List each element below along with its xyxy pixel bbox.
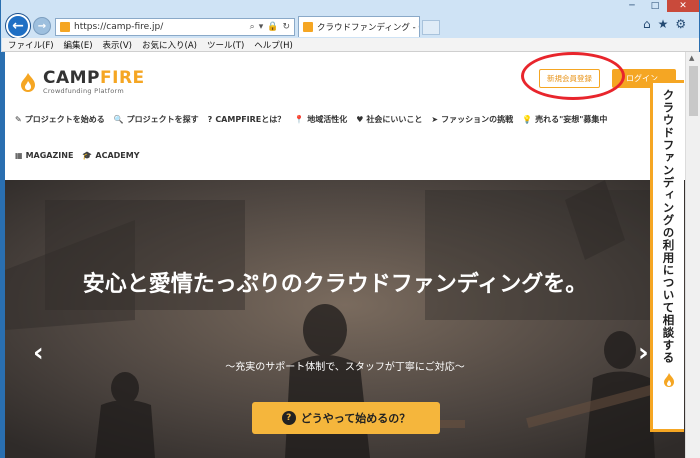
scroll-up-icon[interactable]: ▲ <box>689 54 694 62</box>
carousel-next-icon[interactable]: › <box>638 338 649 368</box>
nav-label: プロジェクトを探す <box>126 115 199 124</box>
map-pin-icon: 📍 <box>294 115 305 124</box>
page-scrollbar[interactable]: ▲ <box>685 52 700 458</box>
menu-tools[interactable]: ツール(T) <box>207 39 244 51</box>
carousel-prev-icon[interactable]: ‹ <box>33 338 44 368</box>
consultation-side-tab[interactable]: クラウドファンディングの利用について相談する <box>650 80 684 432</box>
favicon-icon <box>60 22 70 32</box>
nav-label: 社会にいいこと <box>366 115 423 124</box>
settings-gear-icon[interactable]: ⚙ <box>675 17 686 31</box>
heart-icon: ♥ <box>356 115 364 124</box>
nav-start-project[interactable]: ✎ プロジェクトを始める <box>15 114 105 125</box>
main-nav: ✎ プロジェクトを始める 🔍 プロジェクトを探す ? CAMPFIREとは？ 📍 地域活… <box>15 114 645 160</box>
minimize-button[interactable]: ─ <box>621 0 643 12</box>
browser-chrome: ← → https://camp-fire.jp/ ⌕ ▾ 🔒 ↻ クラウドファ… <box>0 0 700 52</box>
menu-help[interactable]: ヘルプ(H) <box>254 39 293 51</box>
lightbulb-icon: 💡 <box>522 115 533 124</box>
nav-ideas[interactable]: 💡 売れる"妄想"募集中 <box>522 114 607 125</box>
back-button[interactable]: ← <box>6 14 30 38</box>
address-bar[interactable]: https://camp-fire.jp/ ⌕ ▾ 🔒 ↻ <box>55 18 295 36</box>
hero-title: 安心と愛情たっぷりのクラウドファンディングを。 <box>82 272 588 297</box>
arrow-right-icon: → <box>37 20 47 32</box>
favorites-star-icon[interactable]: ★ <box>658 17 669 31</box>
menu-favorites[interactable]: お気に入り(A) <box>142 39 197 51</box>
graduation-cap-icon: 🎓 <box>82 151 93 160</box>
refresh-icon[interactable]: ↻ <box>282 22 290 32</box>
menu-edit[interactable]: 編集(E) <box>64 39 93 51</box>
nav-label: プロジェクトを始める <box>24 115 105 124</box>
nav-label: 売れる"妄想"募集中 <box>535 115 608 124</box>
close-window-button[interactable]: ✕ <box>667 0 699 12</box>
nav-local[interactable]: 📍 地域活性化 <box>294 114 347 125</box>
logo-tagline: Crowdfunding Platform <box>43 87 124 95</box>
nav-magazine[interactable]: ▦ MAGAZINE <box>15 151 73 160</box>
cta-label: どうやって始めるの？ <box>300 412 411 425</box>
nav-find-project[interactable]: 🔍 プロジェクトを探す <box>114 114 199 125</box>
nav-label: CAMPFIREとは？ <box>215 115 286 124</box>
logo-word-fire: FIRE <box>100 68 145 88</box>
web-page: CAMPFIRE Crowdfunding Platform 新規会員登録 ログ… <box>5 52 685 458</box>
nav-label: MAGAZINE <box>25 151 74 160</box>
home-icon[interactable]: ⌂ <box>643 17 651 31</box>
flame-logo-icon <box>21 73 35 93</box>
hero-banner: 安心と愛情たっぷりのクラウドファンディングを。 〜充実のサポート体制で、スタッフ… <box>5 180 685 458</box>
dropdown-icon[interactable]: ▾ <box>259 22 264 32</box>
nav-social-good[interactable]: ♥ 社会にいいこと <box>356 114 422 125</box>
nav-about[interactable]: ? CAMPFIREとは？ <box>208 114 286 125</box>
menu-bar: ファイル(F) 編集(E) 表示(V) お気に入り(A) ツール(T) ヘルプ(… <box>2 38 699 52</box>
hero-subtitle: 〜充実のサポート体制で、スタッフが丁寧にご対応〜 <box>225 362 465 373</box>
new-tab-button[interactable] <box>422 20 440 35</box>
question-icon: ? <box>281 411 296 425</box>
tab-favicon-icon <box>303 22 313 32</box>
scroll-thumb[interactable] <box>689 66 698 116</box>
search-icon[interactable]: ⌕ <box>250 22 255 32</box>
arrow-left-icon: ← <box>12 18 24 34</box>
consultation-label: クラウドファンディングの利用について相談する <box>661 89 676 364</box>
menu-file[interactable]: ファイル(F) <box>8 39 54 51</box>
nav-fashion[interactable]: ➤ ファッションの挑戦 <box>431 114 513 125</box>
logo-word-camp: CAMP <box>43 68 101 88</box>
question-icon: ? <box>207 115 213 124</box>
nav-academy[interactable]: 🎓 ACADEMY <box>82 151 139 160</box>
how-to-start-button[interactable]: ? どうやって始めるの？ <box>252 402 440 434</box>
forward-button[interactable]: → <box>33 17 51 35</box>
address-url[interactable]: https://camp-fire.jp/ <box>74 22 250 32</box>
search-icon: 🔍 <box>113 115 124 124</box>
tab-title: クラウドファンディング - CAMP... <box>317 23 419 33</box>
lock-icon[interactable]: 🔒 <box>267 22 278 32</box>
nav-label: 地域活性化 <box>307 115 348 124</box>
nav-label: ACADEMY <box>95 151 140 160</box>
flame-icon <box>663 373 674 387</box>
maximize-button[interactable]: □ <box>644 0 666 12</box>
pencil-icon: ✎ <box>15 115 22 124</box>
browser-tab[interactable]: クラウドファンディング - CAMP... × <box>298 16 420 37</box>
newspaper-icon: ▦ <box>15 151 23 160</box>
menu-view[interactable]: 表示(V) <box>103 39 132 51</box>
nav-label: ファッションの挑戦 <box>441 115 514 124</box>
campfire-logo[interactable]: CAMPFIRE Crowdfunding Platform <box>17 70 145 95</box>
highlight-circle <box>521 52 625 100</box>
arrow-circle-icon: ➤ <box>431 115 439 124</box>
